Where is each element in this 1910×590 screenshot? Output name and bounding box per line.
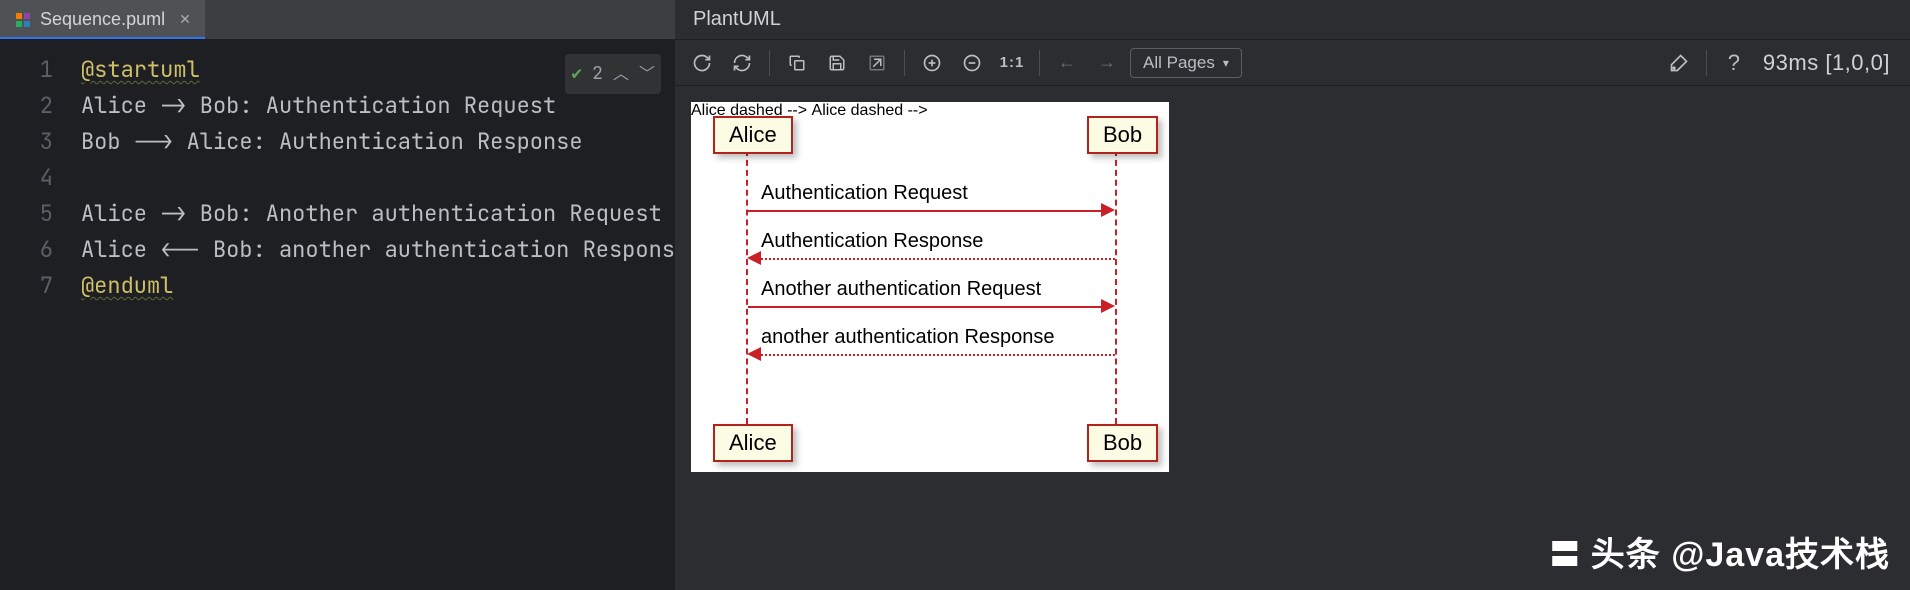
code-line: Alice -> Bob: Authentication Request bbox=[81, 91, 556, 120]
inspection-count: 2 bbox=[592, 56, 603, 92]
export-icon[interactable] bbox=[860, 46, 894, 80]
toolbar-separator bbox=[1039, 50, 1040, 76]
refresh-icon[interactable] bbox=[685, 46, 719, 80]
message-label: Authentication Response bbox=[761, 230, 983, 253]
line-number: 3 bbox=[0, 124, 53, 160]
help-icon[interactable]: ? bbox=[1717, 46, 1751, 80]
arrowhead-icon bbox=[747, 251, 761, 265]
actor-bob-bottom: Bob bbox=[1087, 424, 1158, 462]
preview-toolbar: 1:1 ← → All Pages ▾ ? 93ms [1,0,0] bbox=[675, 40, 1910, 86]
editor-tab-bar: Sequence.puml ✕ bbox=[0, 0, 675, 40]
arrow bbox=[761, 354, 1115, 356]
code-line: @startuml bbox=[81, 55, 200, 84]
watermark: 〓 头条 @Java技术栈 bbox=[1550, 527, 1890, 576]
file-tab-label: Sequence.puml bbox=[40, 9, 165, 30]
line-number: 4 bbox=[0, 160, 53, 196]
code-area[interactable]: @startuml Alice -> Bob: Authentication R… bbox=[69, 40, 675, 590]
preview-title: PlantUML bbox=[693, 8, 781, 31]
message-label: another authentication Response bbox=[761, 326, 1055, 349]
code-line: Alice -> Bob: Another authentication Req… bbox=[81, 199, 662, 228]
message-label: Authentication Request bbox=[761, 182, 968, 205]
save-icon[interactable] bbox=[820, 46, 854, 80]
preview-pane: PlantUML 1:1 ← → All Pages ▾ bbox=[675, 0, 1910, 590]
zoom-reset-icon[interactable]: 1:1 bbox=[995, 46, 1029, 80]
watermark-text: 头条 @Java技术栈 bbox=[1591, 527, 1890, 576]
close-tab-icon[interactable]: ✕ bbox=[179, 11, 191, 28]
toolbar-separator bbox=[769, 50, 770, 76]
zoom-in-icon[interactable] bbox=[915, 46, 949, 80]
arrowhead-icon bbox=[747, 347, 761, 361]
next-page-icon[interactable]: → bbox=[1090, 46, 1124, 80]
pages-dropdown-label: All Pages bbox=[1143, 53, 1215, 73]
copy-icon[interactable] bbox=[780, 46, 814, 80]
chevron-up-icon[interactable]: ︿ bbox=[613, 56, 629, 92]
sync-icon[interactable] bbox=[725, 46, 759, 80]
pages-dropdown[interactable]: All Pages ▾ bbox=[1130, 48, 1242, 78]
arrow bbox=[748, 306, 1102, 308]
line-number: 1 bbox=[0, 52, 53, 88]
toolbar-separator bbox=[904, 50, 905, 76]
check-icon: ✔ bbox=[571, 56, 582, 92]
arrowhead-icon bbox=[1101, 203, 1115, 217]
chevron-down-icon: ▾ bbox=[1223, 56, 1229, 70]
line-number: 5 bbox=[0, 196, 53, 232]
lifeline-bob bbox=[1115, 150, 1117, 424]
arrowhead-icon bbox=[1101, 299, 1115, 313]
zoom-out-icon[interactable] bbox=[955, 46, 989, 80]
message-label: Another authentication Request bbox=[761, 278, 1041, 301]
arrow bbox=[748, 210, 1102, 212]
line-number: 7 bbox=[0, 268, 53, 304]
editor-body[interactable]: 1 2 3 4 5 6 7 @startuml Alice -> Bob: Au… bbox=[0, 40, 675, 590]
chevron-down-icon[interactable]: ﹀ bbox=[639, 56, 655, 92]
line-number: 6 bbox=[0, 232, 53, 268]
toolbar-separator bbox=[1706, 50, 1707, 76]
actor-bob-top: Bob bbox=[1087, 116, 1158, 154]
code-line: Bob --> Alice: Authentication Response bbox=[81, 127, 583, 156]
actor-alice-top: Alice bbox=[713, 116, 793, 154]
watermark-logo-icon: 〓 bbox=[1550, 530, 1581, 574]
file-tab-sequence[interactable]: Sequence.puml ✕ bbox=[0, 0, 205, 39]
puml-file-icon bbox=[14, 11, 32, 29]
sequence-diagram: Alice Bob Alice Bob Authentication Reque… bbox=[691, 102, 1169, 472]
actor-alice-bottom: Alice bbox=[713, 424, 793, 462]
editor-pane: Sequence.puml ✕ 1 2 3 4 5 6 7 @startuml … bbox=[0, 0, 675, 590]
diagram-area[interactable]: Alice Bob Alice Bob Authentication Reque… bbox=[675, 86, 1910, 590]
code-line: @enduml bbox=[81, 271, 173, 300]
prev-page-icon[interactable]: ← bbox=[1050, 46, 1084, 80]
code-line: Alice <-- Bob: another authentication Re… bbox=[81, 235, 675, 264]
lifeline-alice bbox=[746, 150, 748, 424]
preview-title-bar: PlantUML bbox=[675, 0, 1910, 40]
arrow bbox=[761, 258, 1115, 260]
settings-icon[interactable] bbox=[1662, 46, 1696, 80]
line-number-gutter: 1 2 3 4 5 6 7 bbox=[0, 40, 69, 590]
inspection-badge[interactable]: ✔ 2 ︿ ﹀ bbox=[565, 54, 661, 94]
render-timing: 93ms [1,0,0] bbox=[1763, 50, 1890, 76]
line-number: 2 bbox=[0, 88, 53, 124]
